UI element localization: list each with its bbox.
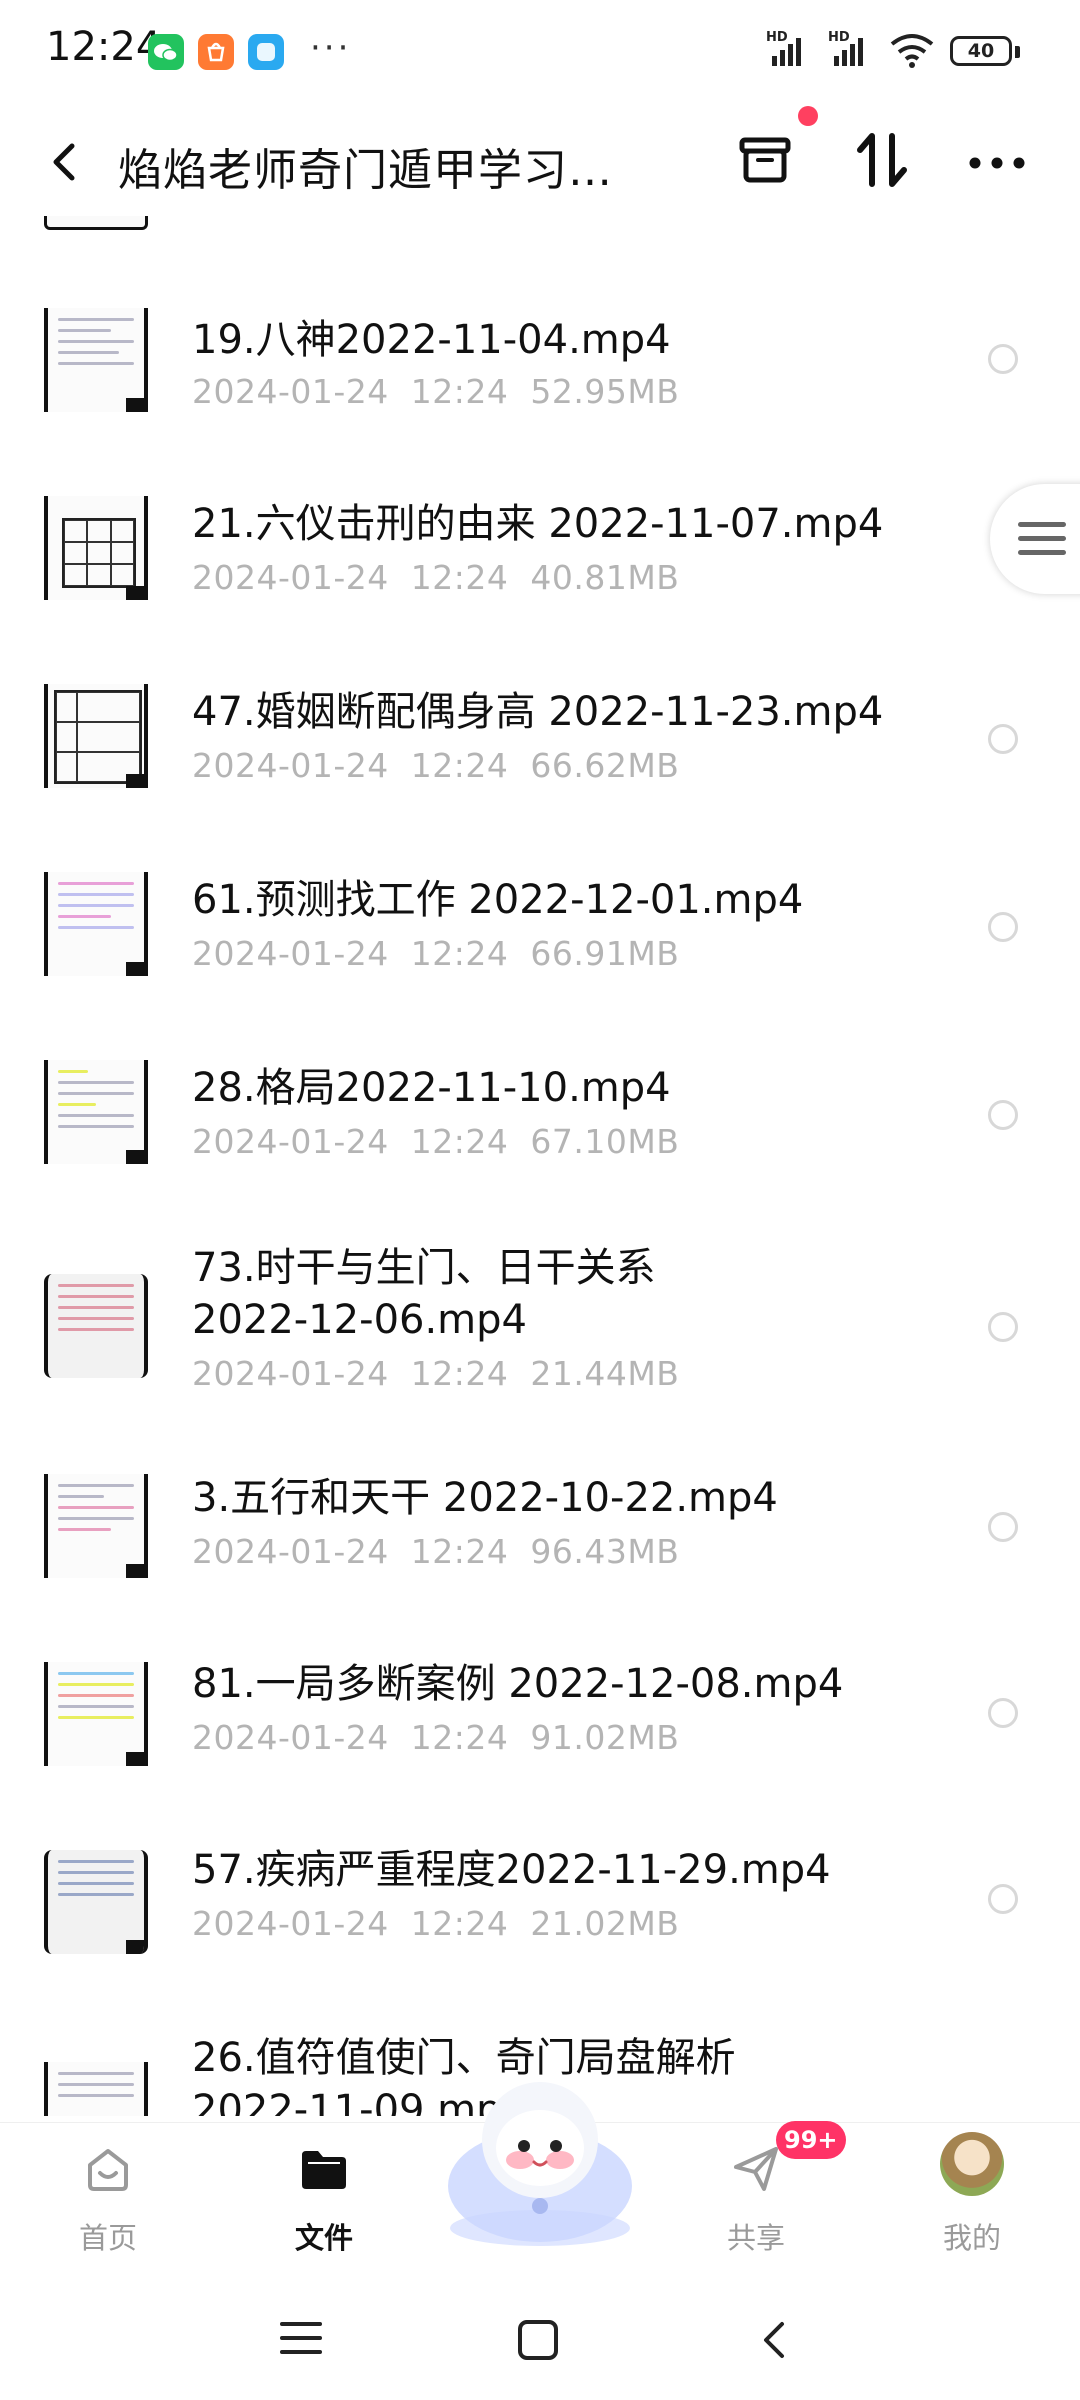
file-meta: 2024-01-24 12:24 66.91MB: [192, 934, 680, 973]
file-thumbnail: [44, 1474, 148, 1578]
share-count-badge: 99+: [776, 2121, 846, 2159]
status-time: 12:24: [46, 24, 162, 70]
tab-home-label: 首页: [78, 2221, 137, 2255]
archive-box-icon[interactable]: [736, 130, 794, 188]
file-thumbnail: [44, 1662, 148, 1766]
wifi-icon: [890, 34, 934, 68]
file-name: 3.五行和天干 2022-10-22.mp4: [192, 1475, 778, 1521]
paper-plane-icon: [734, 2147, 778, 2191]
select-radio[interactable]: [988, 1884, 1018, 1914]
file-name: 19.八神2022-11-04.mp4: [192, 317, 671, 363]
notification-dot: [798, 106, 818, 126]
wechat-icon: [148, 34, 184, 70]
file-meta: 2024-01-24 12:24 66.62MB: [192, 746, 680, 785]
file-thumbnail: [44, 216, 148, 230]
tab-files-label: 文件: [294, 2221, 353, 2255]
cloud-app-icon: [248, 34, 284, 70]
file-meta: 2024-01-24 12:24 21.44MB: [192, 1354, 680, 1393]
file-name: 28.格局2022-11-10.mp4: [192, 1065, 671, 1111]
more-notifications-icon: ···: [310, 28, 352, 68]
file-name: 61.预测找工作 2022-12-01.mp4: [192, 877, 804, 923]
battery-tip: [1015, 46, 1020, 58]
file-thumbnail: [44, 1274, 148, 1378]
shopping-app-icon: [198, 34, 234, 70]
file-list[interactable]: 19.八神2022-11-04.mp4 2024-01-24 12:24 52.…: [0, 216, 1080, 2116]
back-nav-icon[interactable]: [754, 2318, 794, 2362]
home-square-icon[interactable]: [516, 2318, 560, 2362]
file-meta: 2024-01-24 12:24 67.10MB: [192, 1122, 680, 1161]
signal-icon-1: [772, 38, 801, 66]
select-radio[interactable]: [988, 724, 1018, 754]
file-name: 57.疾病严重程度2022-11-29.mp4: [192, 1847, 831, 1893]
select-radio[interactable]: [988, 1312, 1018, 1342]
tab-home[interactable]: 首页: [28, 2123, 188, 2281]
file-thumbnail: [44, 872, 148, 976]
file-name-line1: 26.值符值使门、奇门局盘解析: [192, 2035, 736, 2081]
tab-files[interactable]: 文件: [244, 2123, 404, 2281]
file-meta: 2024-01-24 12:24 40.81MB: [192, 558, 680, 597]
file-name: 47.婚姻断配偶身高 2022-11-23.mp4: [192, 689, 884, 735]
file-name: 81.一局多断案例 2022-12-08.mp4: [192, 1661, 844, 1707]
sort-icon[interactable]: [854, 128, 910, 192]
select-radio[interactable]: [988, 1100, 1018, 1130]
select-radio[interactable]: [988, 912, 1018, 942]
file-meta: 2024-01-24 12:24 21.02MB: [192, 1904, 680, 1943]
file-meta: 2024-01-24 12:24 96.43MB: [192, 1532, 680, 1571]
folder-title: 焰焰老师奇门遁甲学习…: [118, 145, 613, 196]
folder-icon: [302, 2151, 346, 2189]
file-thumbnail: [44, 1850, 148, 1954]
file-thumbnail: [44, 308, 148, 412]
file-thumbnail: [44, 2062, 148, 2116]
select-radio[interactable]: [988, 344, 1018, 374]
tab-share-label: 共享: [726, 2221, 785, 2255]
menu-lines-icon: [1018, 522, 1066, 564]
tab-me-label: 我的: [942, 2221, 1001, 2255]
status-bar: 12:24 ··· HD HD 40: [0, 0, 1080, 108]
menu-icon[interactable]: [278, 2318, 324, 2358]
file-thumbnail: [44, 1060, 148, 1164]
header-bar: 焰焰老师奇门遁甲学习…: [0, 108, 1080, 216]
file-meta: 2024-01-24 12:24 91.02MB: [192, 1718, 680, 1757]
file-thumbnail: [44, 496, 148, 600]
system-nav-bar: [0, 2280, 1080, 2400]
file-thumbnail: [44, 684, 148, 788]
select-radio[interactable]: [988, 1698, 1018, 1728]
signal-icon-2: [834, 38, 863, 66]
battery-indicator: 40: [950, 36, 1012, 66]
assistant-mascot-button[interactable]: [440, 2078, 640, 2248]
select-radio[interactable]: [988, 1512, 1018, 1542]
file-name: 21.六仪击刑的由来 2022-11-07.mp4: [192, 501, 884, 547]
file-name-line2: 2022-12-06.mp4: [192, 1297, 527, 1343]
back-arrow-icon[interactable]: [44, 136, 84, 188]
more-options-icon[interactable]: [968, 156, 1026, 170]
file-name-line1: 73.时干与生门、日干关系: [192, 1245, 656, 1291]
avatar[interactable]: [940, 2132, 1004, 2196]
home-icon: [88, 2149, 128, 2191]
file-meta: 2024-01-24 12:24 52.95MB: [192, 372, 680, 411]
